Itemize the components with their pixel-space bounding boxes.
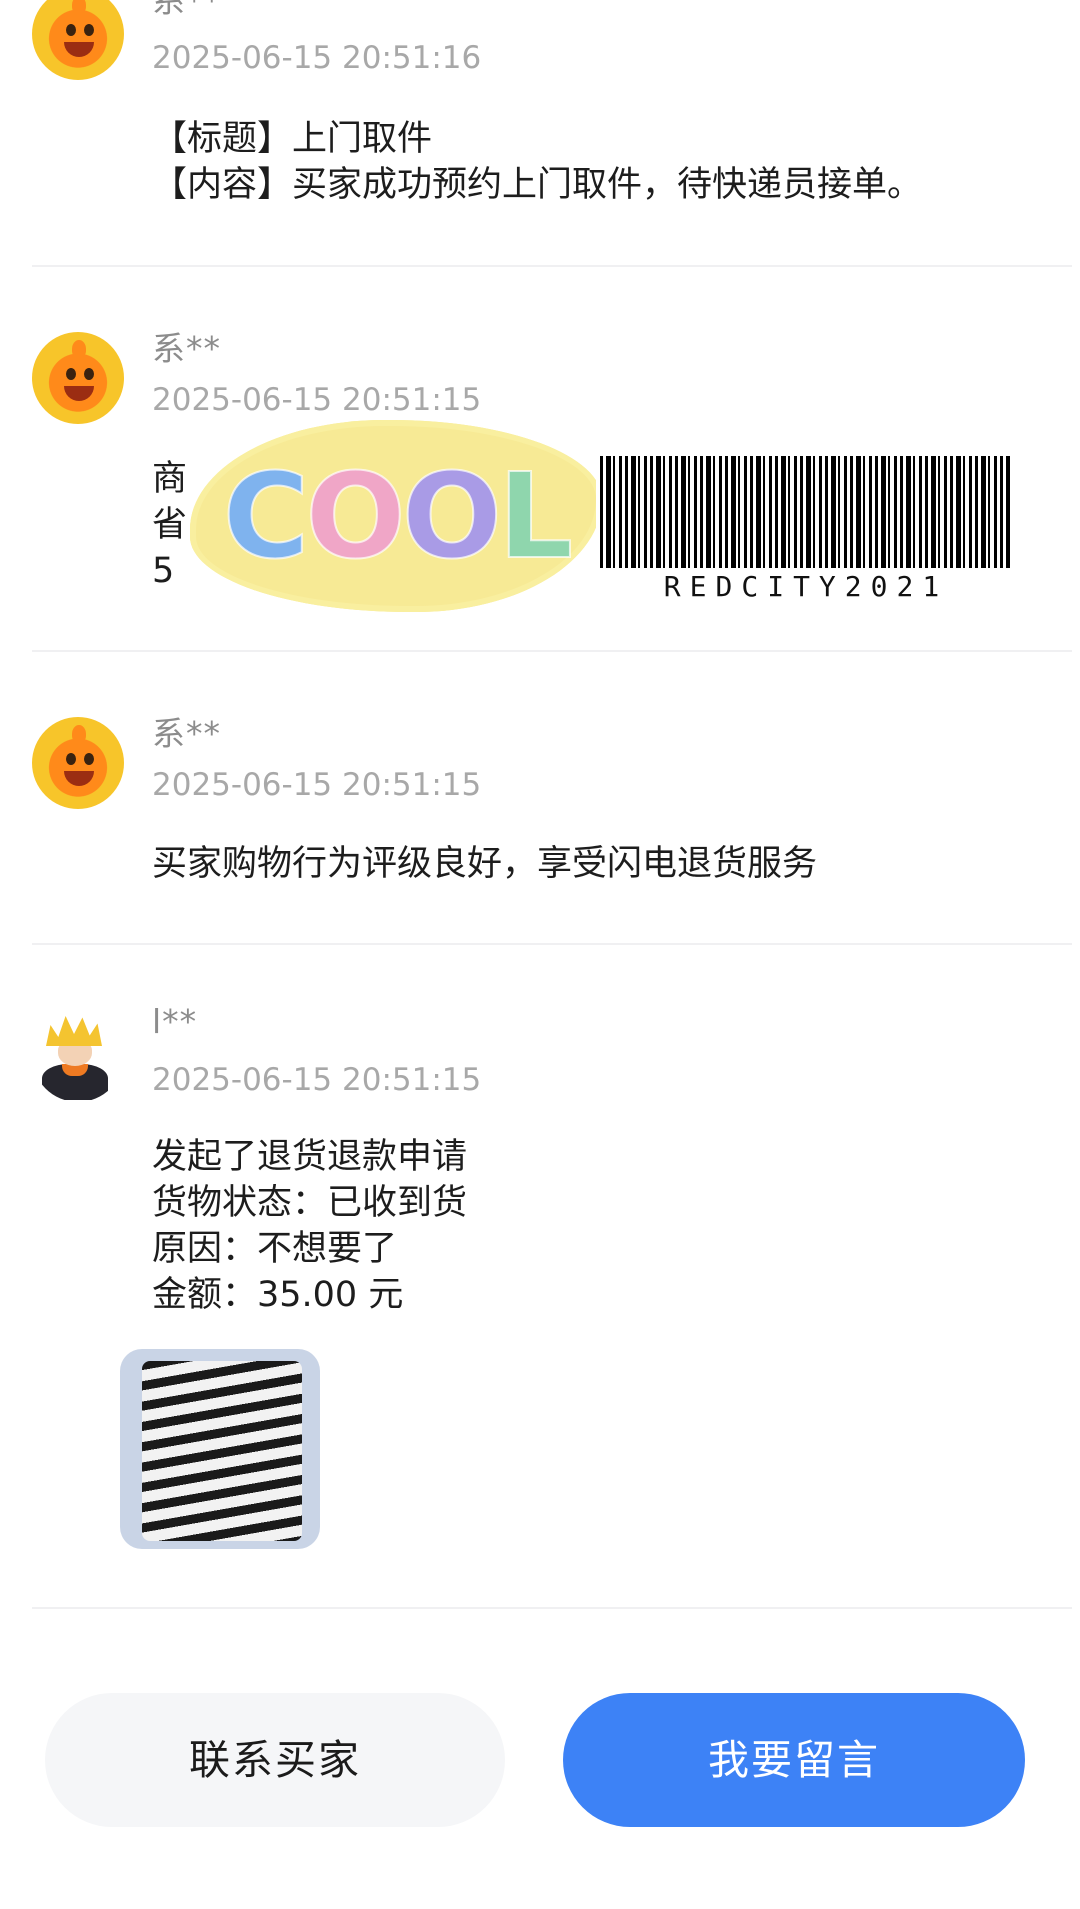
message-item: 系** 2025-06-15 20:51:16 【标题】上门取件 【内容】买家成…	[32, 0, 1072, 240]
barcode-watermark: REDCITY2021	[596, 452, 1016, 603]
barcode-text: REDCITY2021	[663, 570, 949, 603]
sticker-letter: C	[222, 446, 311, 586]
sticker-letter: O	[401, 446, 503, 586]
divider	[32, 265, 1072, 267]
message-time: 2025-06-15 20:51:15	[152, 1062, 482, 1098]
orange-mascot-icon[interactable]	[32, 717, 124, 809]
message-sender: l**	[152, 1002, 198, 1041]
product-photo-thumbnail[interactable]	[120, 1349, 320, 1549]
message-sender: 系**	[152, 714, 221, 753]
cool-sticker-overlay: COOL	[190, 420, 602, 612]
message-sender: 系**	[152, 0, 221, 20]
message-line: 发起了退货退款申请	[152, 1137, 468, 1177]
message-line: 买家购物行为评级良好，享受闪电退货服务	[152, 844, 818, 884]
leave-message-button[interactable]: 我要留言	[563, 1693, 1025, 1827]
contact-buyer-button[interactable]: 联系买家	[45, 1693, 505, 1827]
sticker-letter: L	[497, 446, 574, 586]
message-content: 【标题】上门取件 【内容】买家成功预约上门取件，待快递员接单。	[152, 116, 1062, 208]
message-content: 买家购物行为评级良好，享受闪电退货服务	[152, 841, 1062, 887]
divider	[32, 943, 1072, 945]
striped-shirt-image	[142, 1361, 302, 1541]
message-line: 原因：不想要了	[152, 1229, 398, 1269]
message-time: 2025-06-15 20:51:16	[152, 40, 482, 76]
divider	[32, 650, 1072, 652]
ninja-avatar-icon[interactable]	[32, 1010, 124, 1102]
message-line: 【内容】买家成功预约上门取件，待快递员接单。	[152, 165, 923, 205]
message-time: 2025-06-15 20:51:15	[152, 382, 482, 418]
message-sender: 系**	[152, 329, 221, 368]
message-time: 2025-06-15 20:51:15	[152, 767, 482, 803]
message-item: 系** 2025-06-15 20:51:15 买家购物行为评级良好，享受闪电退…	[32, 705, 1072, 935]
orange-mascot-icon[interactable]	[32, 332, 124, 424]
message-line: 货物状态：已收到货	[152, 1183, 468, 1223]
sticker-letter: O	[304, 446, 406, 586]
message-line: 金额：35.00 元	[152, 1275, 404, 1315]
divider	[32, 1607, 1072, 1609]
orange-mascot-icon[interactable]	[32, 0, 124, 80]
message-line: 【标题】上门取件	[152, 119, 433, 159]
barcode-bars	[600, 456, 1010, 568]
message-content: 发起了退货退款申请 货物状态：已收到货 原因：不想要了 金额：35.00 元	[152, 1134, 1062, 1318]
